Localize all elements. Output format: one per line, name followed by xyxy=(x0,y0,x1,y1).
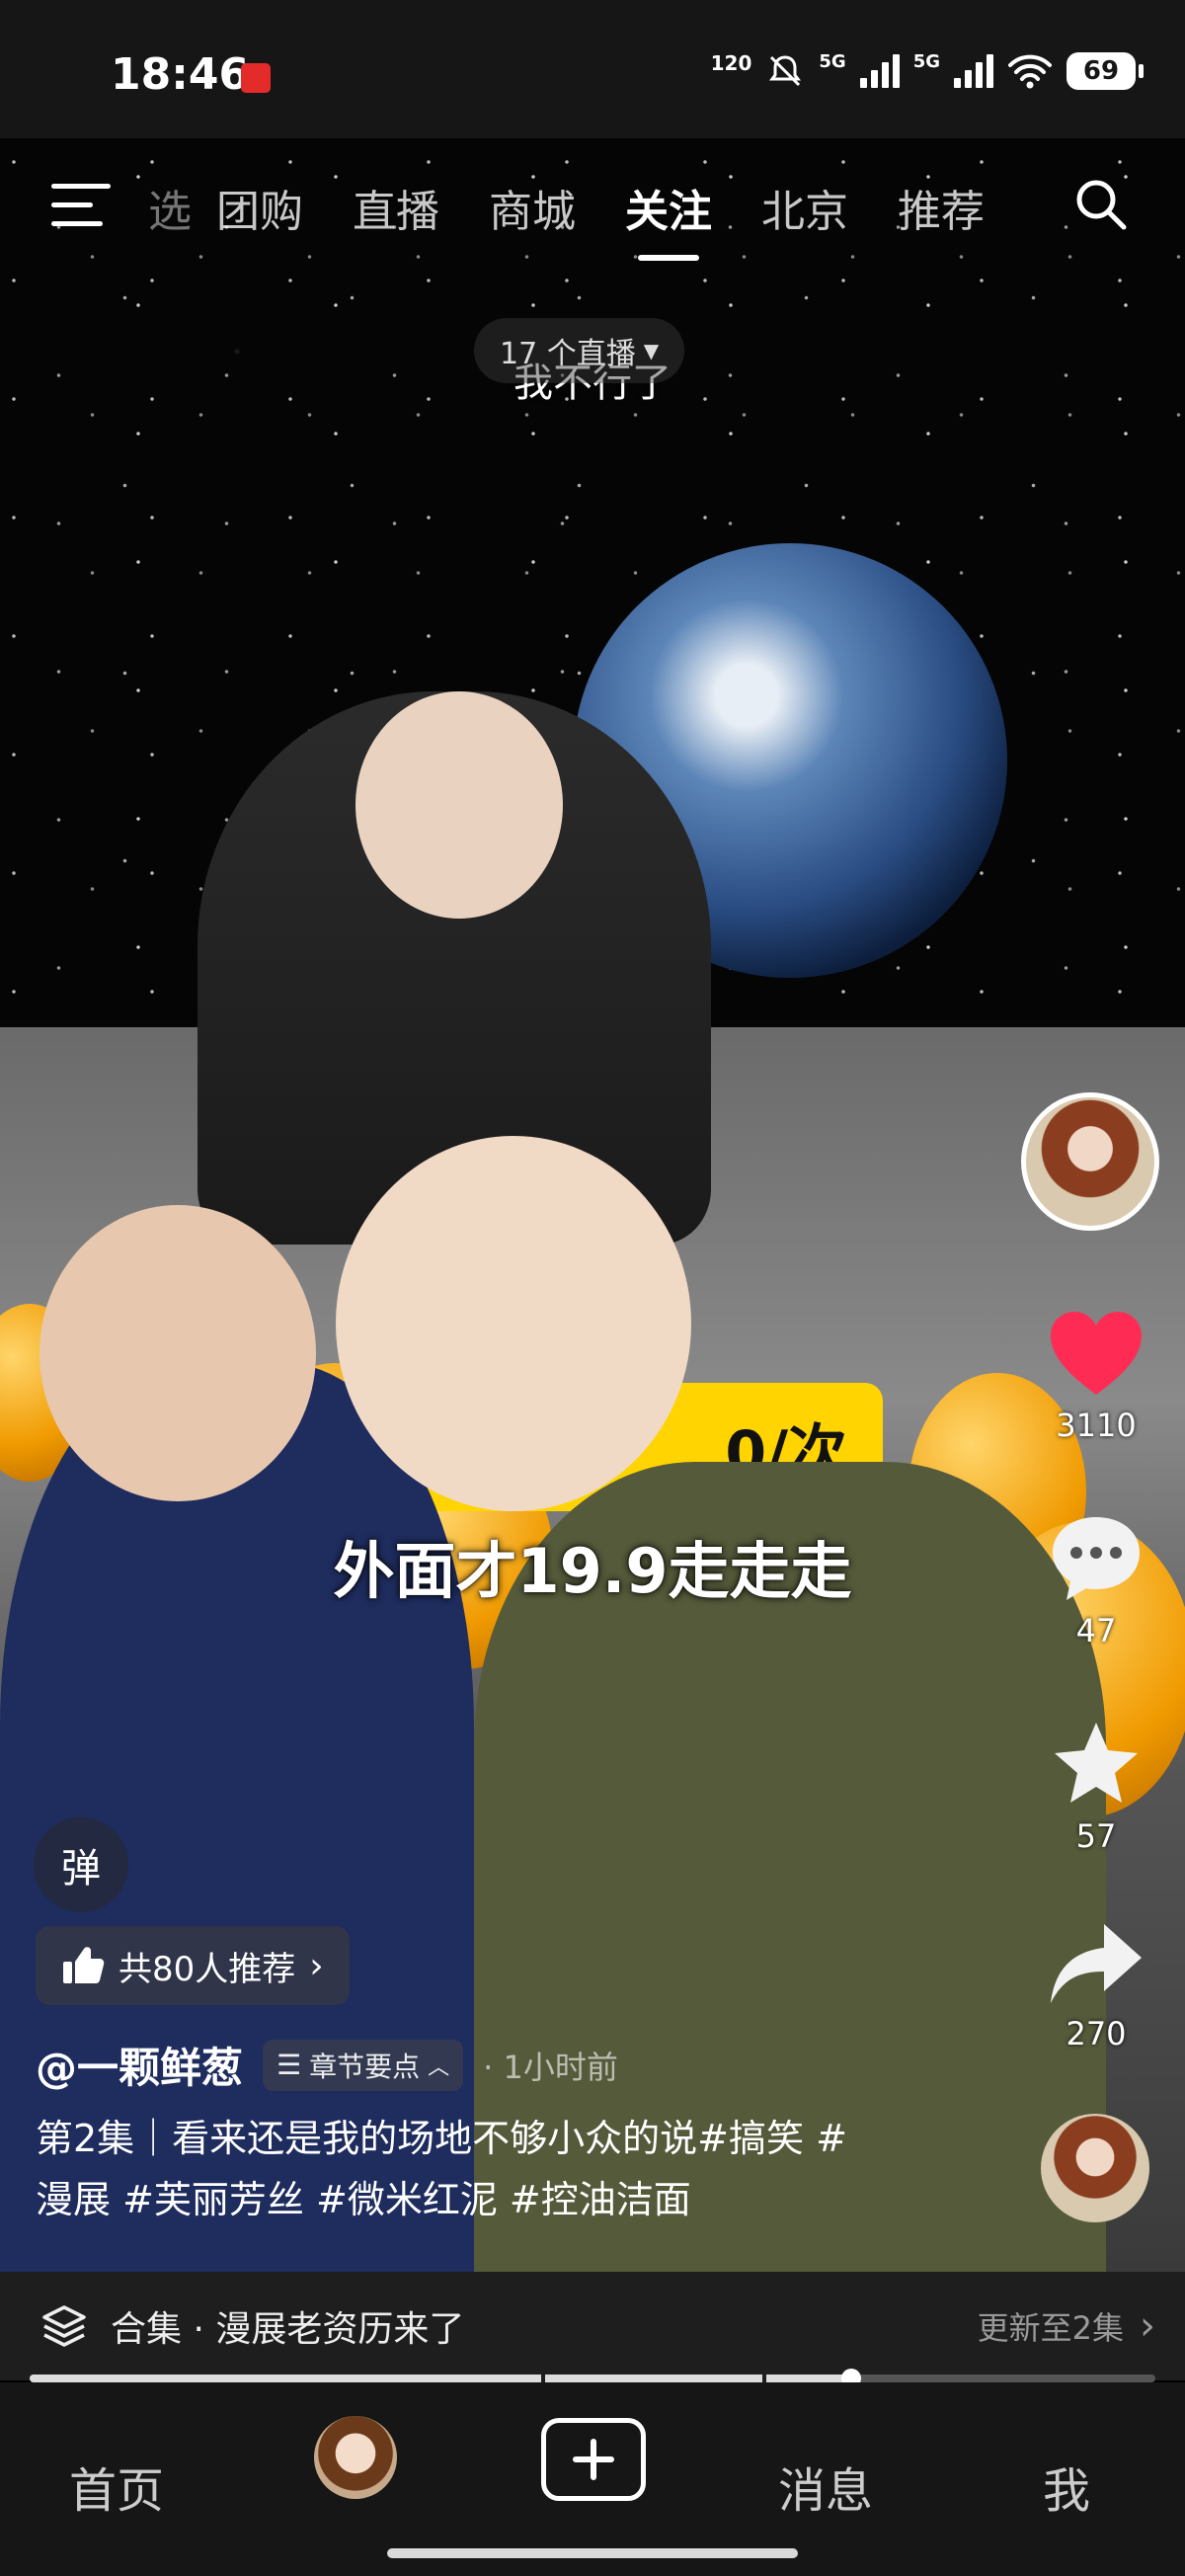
person-front-head xyxy=(336,1136,691,1511)
caret-down-icon: ▼ xyxy=(643,339,660,362)
tab-selected[interactable]: 选 xyxy=(148,176,192,239)
search-icon[interactable] xyxy=(1072,176,1128,231)
mute-bell-icon xyxy=(769,55,802,87)
nav-friends-avatar[interactable] xyxy=(314,2416,397,2499)
video-progress-bar[interactable] xyxy=(30,2369,1155,2388)
tab-mall[interactable]: 商城 xyxy=(464,176,600,239)
chevron-right-icon: › xyxy=(1140,2303,1155,2349)
author-name[interactable]: @一颗鲜葱 xyxy=(36,2035,243,2095)
plus-icon xyxy=(573,2439,614,2480)
chapter-label: 章节要点 xyxy=(309,2050,421,2083)
comment-button[interactable]: 47 xyxy=(1027,1513,1165,1650)
description-line-1: 第2集｜看来还是我的场地不够小众的说#搞笑 # xyxy=(36,2117,847,2160)
network-speed: 120 xyxy=(710,51,752,75)
author-line: @一颗鲜葱 ☰ 章节要点 ︿ · 1小时前 xyxy=(36,2035,618,2095)
battery-indicator: 69 xyxy=(1066,52,1144,90)
video-subtitle: 外面才19.9走走走 xyxy=(333,1535,852,1607)
live-count-label: 17 个直播 xyxy=(500,337,636,371)
status-time: 18:46 xyxy=(111,49,250,100)
tab-live[interactable]: 直播 xyxy=(328,176,464,239)
signal-5g-label-2: 5G xyxy=(912,51,940,72)
collection-label: 合集 · 漫展老资历来了 xyxy=(111,2309,465,2350)
favorite-button[interactable]: 57 xyxy=(1027,1719,1165,1855)
like-button[interactable]: 3110 xyxy=(1027,1310,1165,1444)
create-button[interactable] xyxy=(541,2418,646,2501)
share-button[interactable]: 270 xyxy=(1027,1920,1165,2053)
tab-beijing[interactable]: 北京 xyxy=(737,176,873,239)
signal-bars-icon-2 xyxy=(954,54,993,88)
description-line-2: 漫展 #芙丽芳丝 #微米红泥 #控油洁面 xyxy=(36,2178,691,2221)
tab-recommend[interactable]: 推荐 xyxy=(873,176,1009,239)
nav-home[interactable]: 首页 xyxy=(69,2452,164,2521)
collection-bar[interactable]: 合集 · 漫展老资历来了 更新至2集 › xyxy=(0,2272,1185,2380)
list-icon: ☰ xyxy=(276,2049,302,2081)
tab-following[interactable]: 关注 xyxy=(600,176,737,261)
nav-messages[interactable]: 消息 xyxy=(778,2452,873,2521)
recommend-label: 共80人推荐 xyxy=(118,1949,296,1989)
menu-icon[interactable] xyxy=(51,184,111,229)
progress-fill xyxy=(30,2375,852,2382)
person-left-head xyxy=(40,1205,316,1501)
layers-icon xyxy=(42,2305,86,2347)
danmu-toggle[interactable]: 弹 xyxy=(34,1817,128,1912)
share-arrow-icon xyxy=(1051,1924,1142,2003)
top-tabs: 选 团购 直播 商城 关注 北京 推荐 xyxy=(148,176,1009,261)
live-count-button[interactable]: 17 个直播 ▼ xyxy=(474,318,685,383)
video-description[interactable]: 第2集｜看来还是我的场地不够小众的说#搞笑 # 漫展 #芙丽芳丝 #微米红泥 #… xyxy=(36,2108,924,2230)
status-bar: 18:46 120 5G 5G 69 xyxy=(0,0,1185,138)
signal-5g-label-1: 5G xyxy=(819,51,846,72)
progress-segment-marker xyxy=(762,2375,766,2382)
heart-icon xyxy=(1051,1312,1142,1395)
collection-update: 更新至2集 › xyxy=(978,2303,1155,2349)
recommend-chip[interactable]: 共80人推荐 › xyxy=(36,1926,350,2005)
comment-count: 47 xyxy=(1075,1612,1117,1650)
nav-me[interactable]: 我 xyxy=(1043,2452,1090,2521)
status-icons: 120 5G 5G 69 xyxy=(710,51,1144,91)
share-count: 270 xyxy=(1066,2015,1127,2053)
tab-groupbuy[interactable]: 团购 xyxy=(192,176,328,239)
author-avatar[interactable] xyxy=(1021,1092,1159,1231)
collection-update-label: 更新至2集 xyxy=(977,2309,1124,2347)
thumbs-up-icon xyxy=(63,1947,105,1983)
like-count: 3110 xyxy=(1056,1407,1137,1444)
signal-bars-icon xyxy=(859,54,900,88)
notification-icon xyxy=(241,63,271,93)
music-disc-avatar[interactable] xyxy=(1041,2114,1149,2222)
chevron-right-icon: › xyxy=(309,1945,324,1986)
home-indicator[interactable] xyxy=(387,2548,798,2558)
star-icon xyxy=(1055,1723,1138,1803)
post-time: · 1小时前 xyxy=(483,2048,618,2086)
chevron-up-icon: ︿ xyxy=(428,2054,450,2080)
wifi-icon xyxy=(1008,54,1052,89)
person-back-head xyxy=(356,691,563,919)
comment-icon xyxy=(1053,1517,1140,1600)
progress-segment-marker xyxy=(541,2375,545,2382)
favorite-count: 57 xyxy=(1075,1817,1117,1855)
chapter-button[interactable]: ☰ 章节要点 ︿ xyxy=(263,2039,464,2091)
